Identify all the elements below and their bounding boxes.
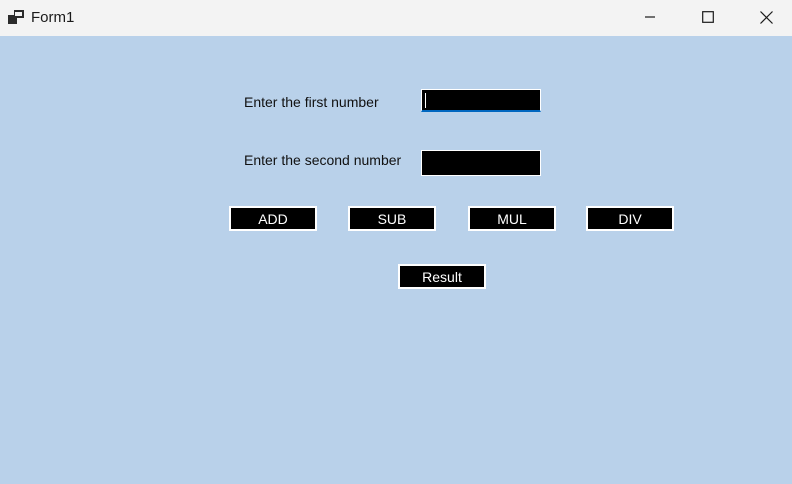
div-button[interactable]: DIV: [586, 206, 674, 231]
close-icon: [759, 10, 773, 24]
second-number-label: Enter the second number: [244, 152, 402, 168]
add-button[interactable]: ADD: [229, 206, 317, 231]
first-number-input[interactable]: [421, 89, 541, 112]
second-number-input[interactable]: [421, 150, 541, 176]
form-client-area: Enter the first number Enter the second …: [0, 36, 792, 484]
minimize-icon: [645, 16, 655, 18]
result-button[interactable]: Result: [398, 264, 486, 289]
maximize-button[interactable]: [679, 0, 737, 34]
text-caret: [425, 93, 426, 108]
sub-button[interactable]: SUB: [348, 206, 436, 231]
app-icon: [8, 10, 24, 24]
window-title: Form1: [31, 9, 75, 26]
title-bar[interactable]: Form1: [0, 0, 792, 36]
close-button[interactable]: [737, 0, 792, 34]
minimize-button[interactable]: [621, 0, 679, 34]
first-number-label: Enter the first number: [244, 94, 379, 110]
mul-button[interactable]: MUL: [468, 206, 556, 231]
maximize-icon: [702, 11, 714, 23]
